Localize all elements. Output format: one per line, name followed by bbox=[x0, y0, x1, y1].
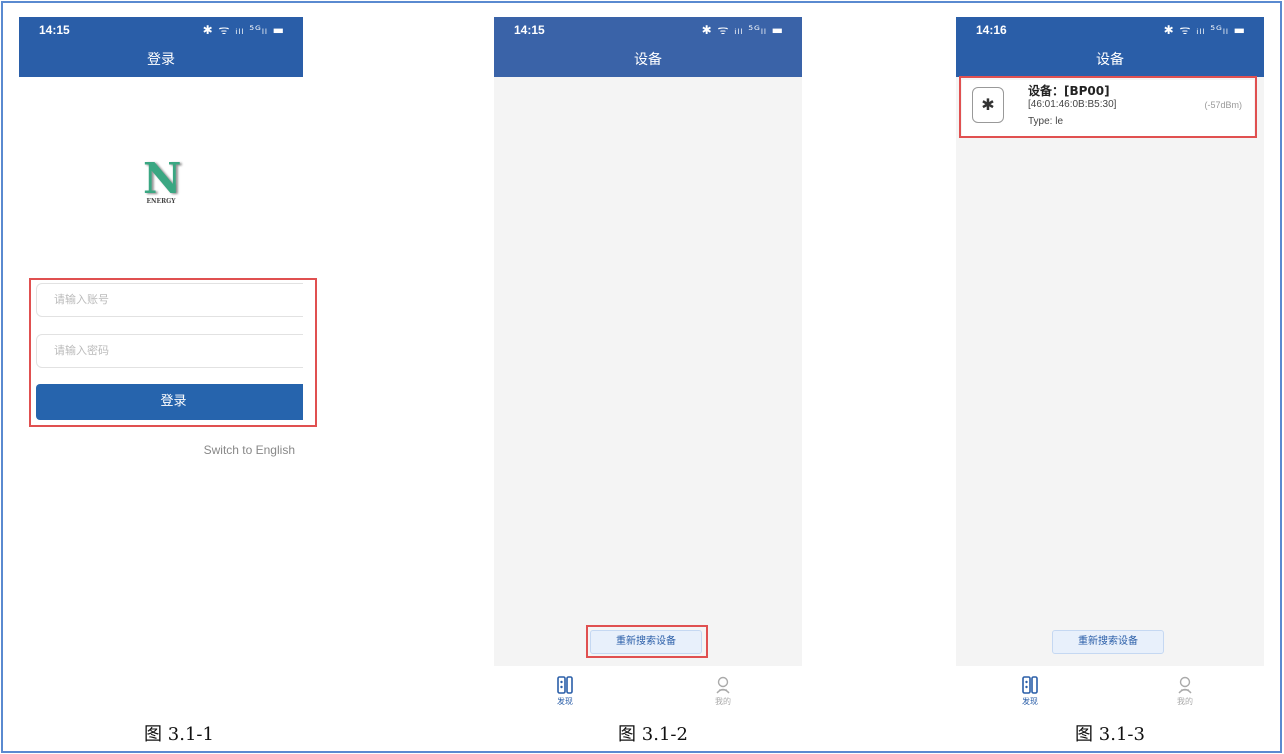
caption-figure-1: 图 3.1-1 bbox=[144, 724, 214, 745]
status-icons: ✱ ᯤ ᵢₗₗ ⁵ᴳₗₗ ▬ bbox=[1163, 23, 1246, 37]
status-time: 14:15 bbox=[514, 23, 545, 37]
rescan-button[interactable]: 重新搜索设备 bbox=[1052, 630, 1164, 654]
page-title: 设备 bbox=[956, 43, 1264, 77]
switch-language-link[interactable]: Switch to English bbox=[204, 443, 295, 457]
tab-bar: 发现 我的 bbox=[494, 666, 802, 718]
caption-figure-2: 图 3.1-2 bbox=[618, 724, 688, 745]
tab-discover[interactable]: 发现 bbox=[535, 676, 595, 707]
logo-letter: N bbox=[143, 154, 182, 203]
tab-mine-label: 我的 bbox=[1177, 697, 1193, 706]
status-bar: 14:16 ✱ ᯤ ᵢₗₗ ⁵ᴳₗₗ ▬ bbox=[956, 17, 1264, 43]
status-icons: ✱ ᯤ ᵢₗₗ ⁵ᴳₗₗ ▬ bbox=[202, 23, 285, 37]
logo-subtitle: ENERGY bbox=[146, 198, 176, 205]
tab-discover-label: 发现 bbox=[557, 697, 573, 706]
status-bar: 14:15 ✱ ᯤ ᵢₗₗ ⁵ᴳₗₗ ▬ bbox=[494, 17, 802, 43]
device-list bbox=[494, 77, 802, 666]
caption-figure-3: 图 3.1-3 bbox=[1075, 724, 1145, 745]
tab-discover-label: 发现 bbox=[1022, 697, 1038, 706]
status-time: 14:16 bbox=[976, 23, 1007, 37]
tab-bar: 发现 我的 bbox=[956, 666, 1264, 718]
company-logo: N ENERGY bbox=[141, 157, 181, 207]
status-bar: 14:15 ✱ ᯤ ᵢₗₗ ⁵ᴳₗₗ ▬ bbox=[19, 17, 303, 43]
tab-mine[interactable]: 我的 bbox=[693, 676, 753, 707]
discover-icon bbox=[557, 676, 573, 694]
user-icon bbox=[1178, 676, 1192, 694]
page-title: 设备 bbox=[494, 43, 802, 77]
highlight-device-item bbox=[959, 76, 1257, 138]
page-title: 登录 bbox=[19, 43, 303, 77]
tab-mine-label: 我的 bbox=[715, 697, 731, 706]
highlight-rescan-button bbox=[586, 625, 708, 658]
status-icons: ✱ ᯤ ᵢₗₗ ⁵ᴳₗₗ ▬ bbox=[701, 23, 784, 37]
status-time: 14:15 bbox=[39, 23, 70, 37]
tab-mine[interactable]: 我的 bbox=[1155, 676, 1215, 707]
device-screen-empty: 14:15 ✱ ᯤ ᵢₗₗ ⁵ᴳₗₗ ▬ 设备 重新搜索设备 发现 我的 bbox=[494, 17, 802, 718]
device-list bbox=[956, 77, 1264, 666]
user-icon bbox=[716, 676, 730, 694]
discover-icon bbox=[1022, 676, 1038, 694]
highlight-login-form bbox=[29, 278, 317, 427]
tab-discover[interactable]: 发现 bbox=[1000, 676, 1060, 707]
